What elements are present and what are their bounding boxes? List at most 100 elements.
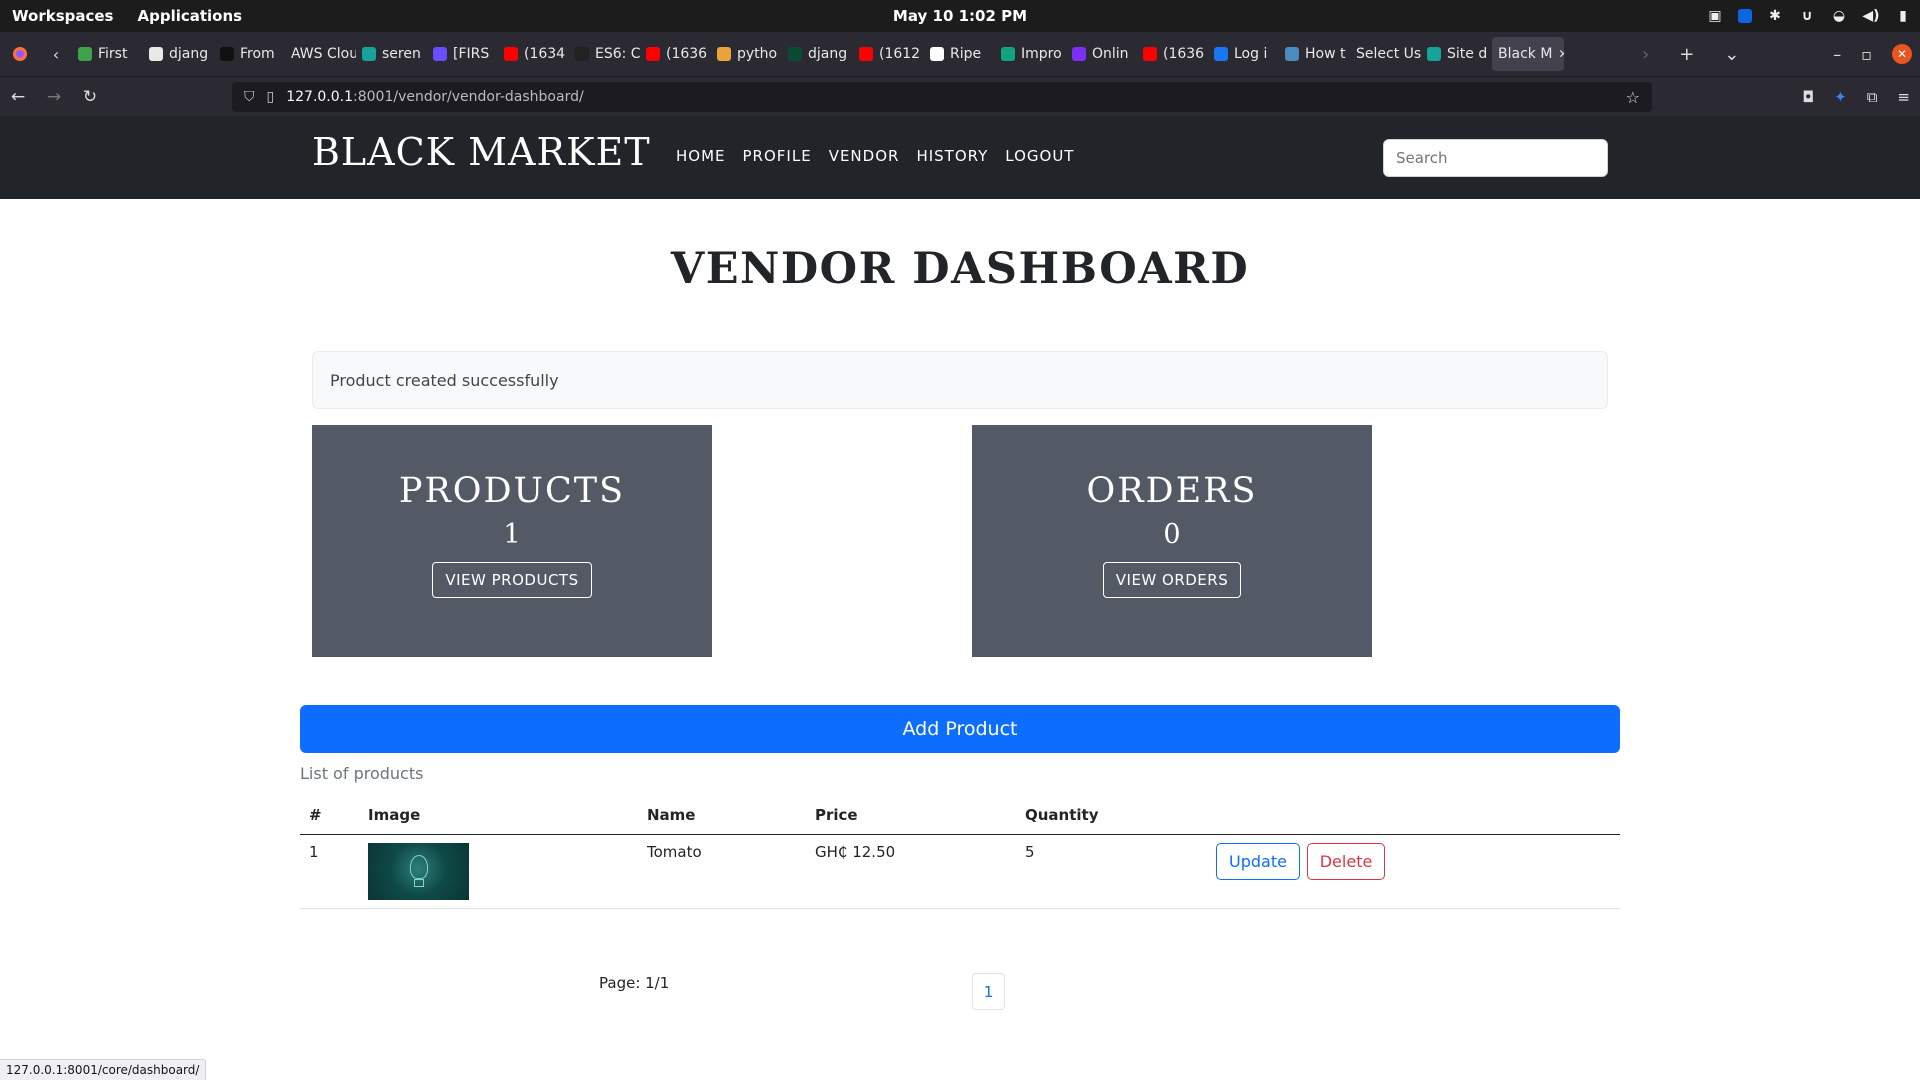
reload-icon[interactable]: ↻ [72, 87, 108, 107]
tab[interactable]: (1612 [853, 37, 924, 71]
bookmark-star-icon[interactable]: ☆ [1626, 88, 1640, 107]
nav-home[interactable]: HOME [676, 147, 726, 165]
tab-active[interactable]: Black M ✕ [1492, 37, 1564, 71]
page-info: Page: 1/1 [599, 974, 670, 992]
tab-favicon-icon [575, 47, 589, 61]
site-nav: HOME PROFILE VENDOR HISTORY LOGOUT [676, 147, 1074, 165]
nav-vendor[interactable]: VENDOR [829, 147, 900, 165]
tab[interactable]: Site d [1421, 37, 1492, 71]
tab-favicon-icon [78, 47, 92, 61]
tab[interactable]: pytho [711, 37, 782, 71]
back-icon[interactable]: ← [0, 87, 36, 107]
tab-label: First [98, 46, 128, 62]
tab-label: Onlin [1092, 46, 1129, 62]
success-alert: Product created successfully [312, 351, 1608, 409]
tab-favicon-icon [433, 47, 447, 61]
products-count: 1 [503, 519, 521, 550]
row-actions: Update Delete [1207, 834, 1620, 909]
delete-button[interactable]: Delete [1306, 842, 1386, 880]
tab-favicon-icon [930, 47, 944, 61]
update-button[interactable]: Update [1216, 842, 1300, 880]
tab[interactable]: Onlin [1066, 37, 1137, 71]
address-bar[interactable]: ⛉ ▯ 127.0.0.1:8001/vendor/vendor-dashboa… [232, 82, 1652, 112]
minimize-icon[interactable]: – [1833, 45, 1841, 64]
maximize-icon[interactable]: ▫ [1861, 45, 1872, 64]
tab[interactable]: Select Us [1350, 37, 1421, 71]
trello-icon[interactable] [1738, 9, 1752, 23]
nav-history[interactable]: HISTORY [916, 147, 988, 165]
tab-label: Site d [1447, 46, 1488, 62]
tab[interactable]: Impro [995, 37, 1066, 71]
tab-close-icon[interactable]: ✕ [1558, 47, 1564, 61]
add-product-button[interactable]: Add Product [300, 705, 1620, 753]
workspaces-menu[interactable]: Workspaces [12, 7, 113, 25]
tab[interactable]: (1634 [498, 37, 569, 71]
tab-scroll-right-icon[interactable]: › [1642, 44, 1649, 65]
tab[interactable]: seren [356, 37, 427, 71]
products-table: # Image Name Price Quantity 1 Tomato GH₵… [300, 796, 1620, 909]
new-tab-icon[interactable]: + [1679, 44, 1694, 65]
tab[interactable]: Log i [1208, 37, 1279, 71]
clock[interactable]: May 10 1:02 PM [893, 7, 1027, 25]
magnet-icon[interactable]: ∪ [1798, 7, 1816, 25]
tab-label: (1612 [879, 46, 921, 62]
tab[interactable]: From [214, 37, 285, 71]
tab-label: djang [169, 46, 209, 62]
nav-profile[interactable]: PROFILE [743, 147, 812, 165]
applications-menu[interactable]: Applications [137, 7, 242, 25]
firefox-icon[interactable] [0, 46, 40, 62]
list-caption: List of products [300, 764, 424, 783]
tab-label: (1634 [524, 46, 566, 62]
tab[interactable]: (1636 [1137, 37, 1208, 71]
slack-icon[interactable]: ✱ [1766, 7, 1784, 25]
tab-list-chevron-icon[interactable]: ⌄ [1724, 44, 1739, 65]
tab-scroll-left-icon[interactable]: ‹ [40, 45, 72, 64]
tab[interactable]: Ripe [924, 37, 995, 71]
tab-favicon-icon [1001, 47, 1015, 61]
pagination-page-1[interactable]: 1 [972, 973, 1005, 1010]
tab-favicon-icon [717, 47, 731, 61]
table-header-row: # Image Name Price Quantity [300, 796, 1620, 835]
tab-label: [FIRS [453, 46, 490, 62]
tab-label: seren [382, 46, 421, 62]
nav-logout[interactable]: LOGOUT [1005, 147, 1074, 165]
link-status-bar: 127.0.0.1:8001/core/dashboard/ [0, 1059, 207, 1080]
view-orders-button[interactable]: VIEW ORDERS [1102, 562, 1242, 598]
page-title: VENDOR DASHBOARD [670, 244, 1250, 294]
tab[interactable]: [FIRS [427, 37, 498, 71]
tab[interactable]: How t [1279, 37, 1350, 71]
tab-label: (1636 [1163, 46, 1205, 62]
lightbulb-icon [410, 854, 428, 879]
menu-icon[interactable]: ≡ [1897, 88, 1910, 106]
tab[interactable]: ES6: C [569, 37, 640, 71]
wifi-icon[interactable]: ◒ [1830, 7, 1848, 25]
tab-favicon-icon [646, 47, 660, 61]
product-thumbnail [368, 842, 469, 900]
tab[interactable]: (1636 [640, 37, 711, 71]
extensions-icon[interactable]: ⧉ [1867, 88, 1878, 106]
tab-label: (1636 [666, 46, 708, 62]
view-products-button[interactable]: VIEW PRODUCTS [432, 562, 592, 598]
row-number: 1 [300, 834, 359, 909]
lightbulb-base [414, 878, 424, 887]
tab-favicon-icon [149, 47, 163, 61]
site-brand[interactable]: BLACK MARKET [312, 130, 651, 174]
extension-fx-icon[interactable]: ✦ [1834, 88, 1847, 106]
shield-icon[interactable]: ⛉ [244, 89, 255, 105]
close-window-icon[interactable]: ✕ [1892, 44, 1912, 64]
row-quantity: 5 [1016, 834, 1207, 909]
teams-icon[interactable]: ▣ [1706, 7, 1724, 25]
tab[interactable]: djang [143, 37, 214, 71]
pocket-icon[interactable]: ◘ [1802, 88, 1814, 106]
tab[interactable]: First [72, 37, 143, 71]
forward-icon[interactable]: → [36, 87, 72, 107]
products-card-title: PRODUCTS [398, 471, 626, 511]
battery-icon[interactable]: ▮ [1894, 7, 1912, 25]
volume-icon[interactable]: ◀) [1862, 7, 1880, 25]
orders-card-title: ORDERS [1086, 471, 1258, 511]
tab[interactable]: AWS Clou [285, 37, 356, 71]
tab[interactable]: djang [782, 37, 853, 71]
search-input[interactable] [1383, 139, 1608, 177]
tab-label: Impro [1021, 46, 1062, 62]
page-icon: ▯ [266, 89, 275, 105]
